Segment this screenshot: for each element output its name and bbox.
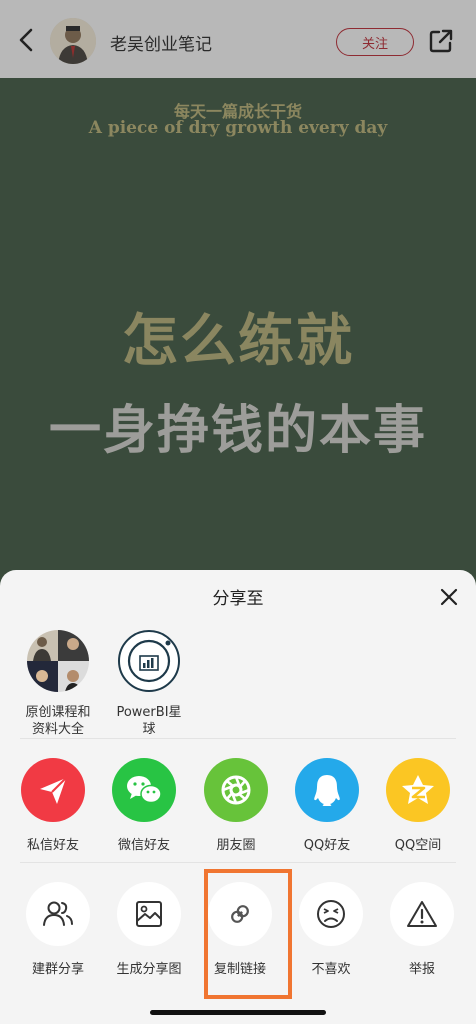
close-icon[interactable]: [438, 586, 460, 608]
follow-button[interactable]: 关注: [336, 28, 414, 56]
image-icon: [117, 882, 181, 946]
report-button[interactable]: 举报: [380, 882, 464, 977]
contact-item[interactable]: 原创课程和 资料大全: [12, 630, 104, 738]
wechat-icon: [112, 758, 176, 822]
back-arrow-icon[interactable]: [14, 24, 38, 56]
dislike-button[interactable]: 不喜欢: [289, 882, 373, 977]
group-share-button[interactable]: 建群分享: [16, 882, 100, 977]
action-label: 举报: [408, 962, 435, 977]
share-sheet-title: 分享至: [212, 589, 264, 609]
contact-label: PowerBI星 球: [103, 704, 195, 738]
home-indicator: [150, 1010, 326, 1015]
share-qq-friend[interactable]: QQ好友: [285, 758, 369, 853]
divider: [20, 738, 456, 739]
cover-headline-line1: 怎么练就: [122, 308, 354, 374]
qzone-icon: [386, 758, 450, 822]
share-moments[interactable]: 朋友圈: [194, 758, 278, 853]
contact-item[interactable]: PowerBI星 球: [103, 630, 195, 738]
share-wechat-friend[interactable]: 微信好友: [102, 758, 186, 853]
share-external-icon[interactable]: [428, 28, 454, 54]
cover-headline-line2: 一身挣钱的本事: [48, 400, 427, 461]
share-label: QQ好友: [303, 838, 351, 853]
moments-icon: [204, 758, 268, 822]
contact-label: 原创课程和 资料大全: [12, 704, 104, 738]
contact-avatar: [27, 630, 89, 692]
share-label: 微信好友: [117, 838, 170, 853]
share-label: 朋友圈: [216, 838, 256, 853]
action-label: 生成分享图: [116, 962, 182, 977]
share-label: QQ空间: [394, 838, 442, 853]
send-icon: [21, 758, 85, 822]
contact-label-line: 原创课程和: [25, 705, 91, 720]
dislike-icon: [299, 882, 363, 946]
action-label: 建群分享: [31, 962, 84, 977]
author-name[interactable]: 老吴创业笔记: [110, 30, 212, 55]
contact-avatar: [118, 630, 180, 692]
contact-label-line: 资料大全: [31, 722, 84, 737]
top-nav-bar: 老吴创业笔记 关注: [0, 0, 476, 78]
share-private-message[interactable]: 私信好友: [11, 758, 95, 853]
share-label: 私信好友: [26, 838, 79, 853]
generate-share-image-button[interactable]: 生成分享图: [107, 882, 191, 977]
contact-label-line: PowerBI星: [116, 705, 182, 720]
qq-icon: [295, 758, 359, 822]
copy-link-highlight-box: [204, 869, 292, 999]
divider: [20, 862, 456, 863]
share-qzone[interactable]: QQ空间: [376, 758, 460, 853]
cover-subtitle-en: A piece of dry growth every day: [88, 118, 388, 138]
group-icon: [26, 882, 90, 946]
author-avatar[interactable]: [50, 18, 96, 64]
action-label: 不喜欢: [311, 962, 351, 977]
warning-icon: [390, 882, 454, 946]
article-cover: 每天一篇成长干货 A piece of dry growth every day…: [0, 78, 476, 598]
contact-label-line: 球: [142, 722, 156, 737]
